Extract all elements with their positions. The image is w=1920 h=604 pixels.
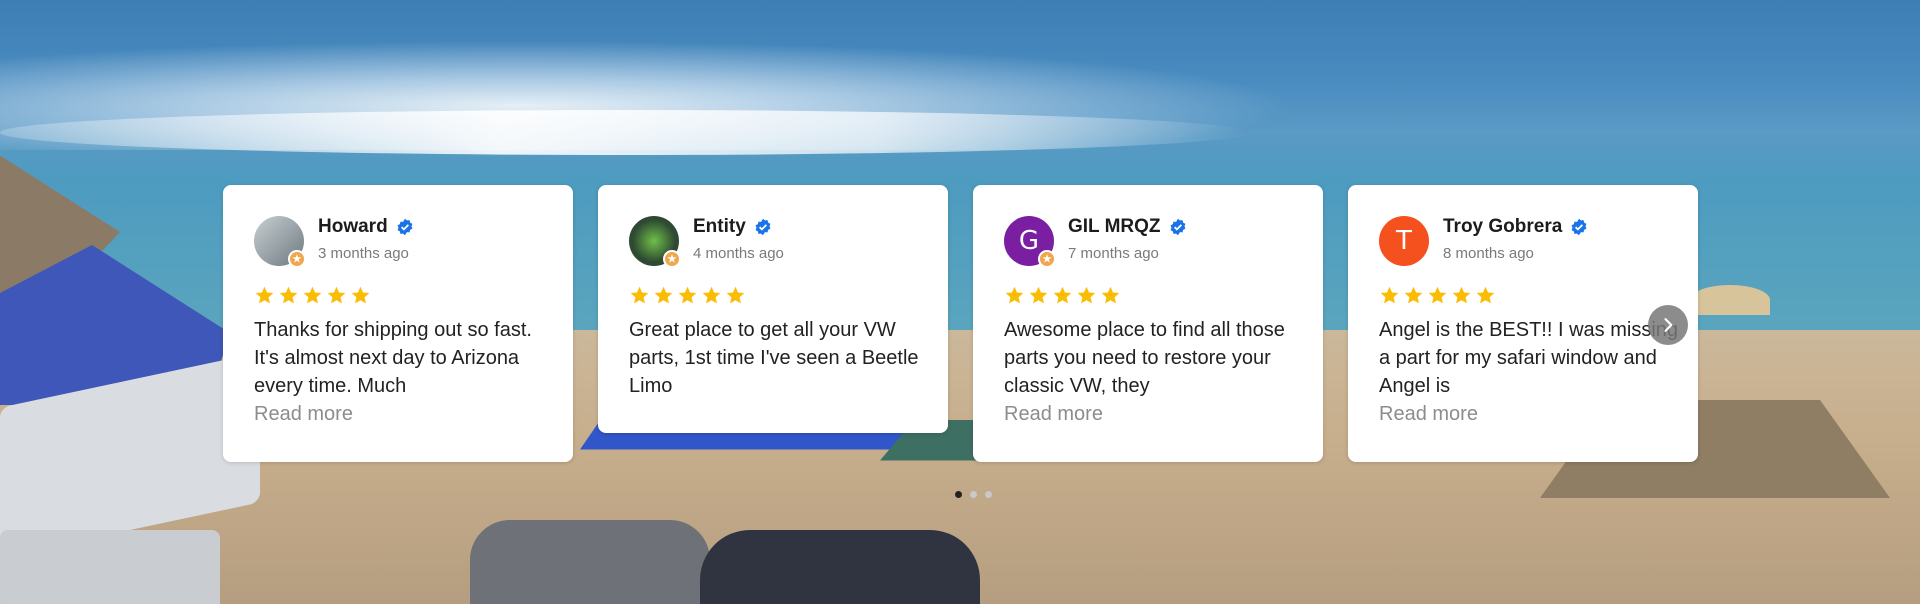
star-icon xyxy=(327,286,346,304)
review-card: ★ Entity 4 months ago Great place to get… xyxy=(598,185,948,433)
pagination-dot[interactable] xyxy=(955,491,962,498)
review-date: 7 months ago xyxy=(1068,245,1159,262)
star-rating xyxy=(629,285,746,306)
read-more-link[interactable]: Read more xyxy=(1379,403,1478,426)
pagination-dot[interactable] xyxy=(970,491,977,498)
star-rating xyxy=(1004,285,1121,306)
avatar: G ★ xyxy=(1004,216,1056,268)
review-card: T Troy Gobrera 8 months ago Angel is the… xyxy=(1348,185,1698,462)
reviews-carousel: ★ Howard 3 months ago Thanks for shippin… xyxy=(223,185,1698,465)
star-rating xyxy=(1379,285,1496,306)
review-date: 4 months ago xyxy=(693,245,784,262)
carousel-pagination xyxy=(955,491,992,498)
review-text: Angel is the BEST!! I was missing a part… xyxy=(1379,319,1679,397)
reviewer-name: GIL MRQZ xyxy=(1068,216,1161,237)
read-more-link[interactable]: Read more xyxy=(254,403,353,426)
review-card: ★ Howard 3 months ago Thanks for shippin… xyxy=(223,185,573,462)
review-text: Awesome place to find all those parts yo… xyxy=(1004,319,1285,397)
reviewer-name: Troy Gobrera xyxy=(1443,216,1563,237)
review-text: Thanks for shipping out so fast. It's al… xyxy=(254,319,532,397)
verified-check-icon xyxy=(1571,218,1587,236)
verified-check-icon xyxy=(1170,218,1185,236)
review-text: Great place to get all your VW parts, 1s… xyxy=(629,319,919,397)
star-icon xyxy=(303,286,322,304)
google-badge-icon: ★ xyxy=(1038,250,1056,268)
verified-check-icon xyxy=(397,218,413,236)
carousel-next-button[interactable] xyxy=(1648,305,1688,345)
star-icon xyxy=(279,286,298,304)
star-icon xyxy=(255,286,274,304)
star-icon xyxy=(1101,286,1120,304)
google-badge-icon: ★ xyxy=(288,250,306,268)
google-badge-icon: ★ xyxy=(663,250,681,268)
review-card: G ★ GIL MRQZ 7 months ago Awesome place … xyxy=(973,185,1323,462)
avatar-letter: T xyxy=(1379,216,1429,266)
star-icon xyxy=(654,286,673,304)
star-icon xyxy=(1404,286,1423,304)
avatar: ★ xyxy=(629,216,681,268)
star-icon xyxy=(630,286,649,304)
pagination-dot[interactable] xyxy=(985,491,992,498)
chevron-right-icon xyxy=(1664,318,1673,332)
reviewer-name: Howard xyxy=(318,216,388,237)
star-icon xyxy=(1452,286,1471,304)
star-icon xyxy=(1428,286,1447,304)
star-icon xyxy=(1476,286,1495,304)
avatar: T xyxy=(1379,216,1429,266)
review-date: 8 months ago xyxy=(1443,245,1534,262)
review-date: 3 months ago xyxy=(318,245,409,262)
star-icon xyxy=(678,286,697,304)
read-more-link[interactable]: Read more xyxy=(1004,403,1103,426)
reviewer-name: Entity xyxy=(693,216,746,237)
star-rating xyxy=(254,285,371,306)
star-icon xyxy=(1077,286,1096,304)
avatar: ★ xyxy=(254,216,306,268)
star-icon xyxy=(726,286,745,304)
star-icon xyxy=(351,286,370,304)
star-icon xyxy=(702,286,721,304)
star-icon xyxy=(1380,286,1399,304)
star-icon xyxy=(1005,286,1024,304)
star-icon xyxy=(1053,286,1072,304)
star-icon xyxy=(1029,286,1048,304)
verified-check-icon xyxy=(755,218,771,236)
